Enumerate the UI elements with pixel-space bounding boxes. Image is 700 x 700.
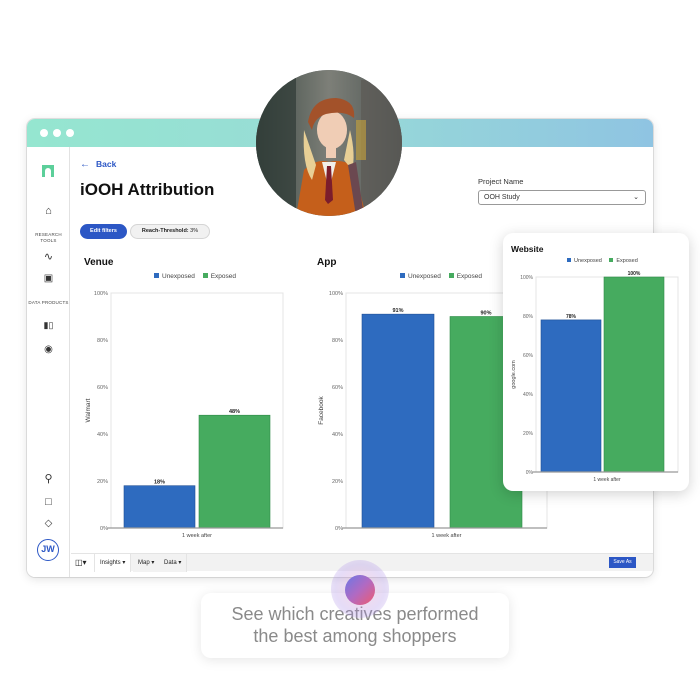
website-chart-card: Website Unexposed Exposed 0% 20% 40% 60% 80%… [503, 233, 689, 491]
y-tick-label: 20% [332, 479, 343, 485]
y-tick-label: 100% [520, 275, 533, 281]
tab-map-label: Map [138, 560, 150, 566]
bar-unexposed[interactable] [540, 319, 602, 473]
bar-exposed[interactable] [603, 276, 665, 473]
folder-settings-icon[interactable]: ◫▾ [71, 554, 95, 572]
tab-data-label: Data [164, 560, 177, 566]
y-tick-label: 60% [332, 385, 343, 391]
x-tick-label: 1 week after [593, 477, 621, 483]
save-as-button[interactable]: Save As [609, 557, 636, 568]
neck [326, 144, 336, 158]
y-axis-label: google.com [511, 360, 517, 389]
y-tick-label: 0% [335, 526, 343, 532]
y-tick-label: 20% [523, 431, 534, 437]
y-tick-label: 40% [332, 432, 343, 438]
y-tick-label: 100% [329, 291, 343, 297]
face [317, 111, 347, 149]
person-illustration [256, 70, 402, 216]
data-label-exposed: 90% [480, 311, 491, 317]
y-axis-label: Facebook [318, 395, 325, 424]
y-tick-label: 80% [332, 338, 343, 344]
y-tick-label: 40% [523, 392, 534, 398]
y-tick-label: 60% [523, 353, 534, 359]
caption-line-2: the best among shoppers [253, 626, 457, 646]
tab-map[interactable]: Map ▾ [133, 554, 161, 572]
y-tick-label: 80% [523, 314, 534, 320]
bar-unexposed[interactable] [361, 313, 435, 529]
cursor-orb [345, 575, 375, 605]
chart-website: 0% 20% 40% 60% 80% 100% google.com 78% 100% 1 wee… [511, 271, 679, 483]
y-tick-label: 0% [526, 470, 534, 476]
tab-data[interactable]: Data ▾ [159, 554, 188, 572]
person-photo [256, 70, 402, 216]
tab-insights[interactable]: Insights ▾ [95, 554, 132, 572]
tab-insights-label: Insights [100, 560, 121, 566]
data-label-exposed: 100% [628, 271, 641, 277]
shop-sign [356, 120, 366, 160]
data-label-unexposed: 91% [392, 308, 403, 314]
x-tick-label: 1 week after [432, 533, 462, 539]
data-label-unexposed: 78% [566, 314, 577, 320]
